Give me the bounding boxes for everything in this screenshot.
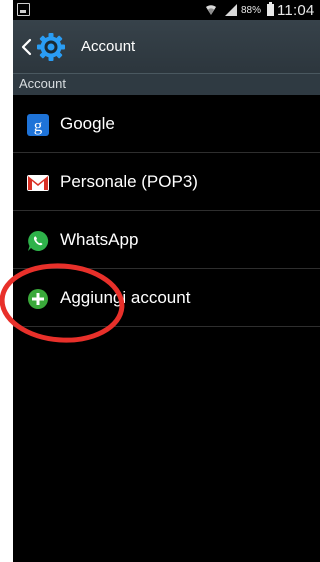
account-list: g Google Personale (POP3) WhatsApp Aggiu… <box>13 95 320 327</box>
gmail-icon <box>27 175 49 191</box>
section-header-label: Account <box>19 76 66 91</box>
phone-screen: 88% 11:04 Account Account g Google Perso… <box>13 0 320 562</box>
add-account-item[interactable]: Aggiungi account <box>13 269 320 327</box>
gallery-notification-icon <box>17 3 30 16</box>
battery-icon <box>267 2 274 16</box>
action-bar: Account <box>13 20 320 73</box>
account-item-label: Personale (POP3) <box>60 172 198 191</box>
status-bar: 88% 11:04 <box>13 0 320 20</box>
account-item-label: Google <box>60 114 115 133</box>
section-header: Account <box>13 73 320 95</box>
svg-text:g: g <box>34 116 43 135</box>
page-title: Account <box>81 38 136 55</box>
google-icon: g <box>27 114 49 136</box>
wifi-icon <box>206 5 216 15</box>
back-icon[interactable] <box>20 38 32 56</box>
account-item-personale[interactable]: Personale (POP3) <box>13 153 320 211</box>
whatsapp-icon <box>28 230 49 251</box>
battery-percent: 88% <box>241 5 262 16</box>
clock: 11:04 <box>277 2 315 19</box>
account-item-label: Aggiungi account <box>60 288 191 307</box>
add-icon <box>28 289 48 309</box>
account-item-google[interactable]: g Google <box>13 95 320 153</box>
account-item-label: WhatsApp <box>60 230 139 249</box>
account-item-whatsapp[interactable]: WhatsApp <box>13 211 320 269</box>
signal-icon <box>225 4 237 16</box>
settings-gear-icon[interactable] <box>35 31 67 63</box>
